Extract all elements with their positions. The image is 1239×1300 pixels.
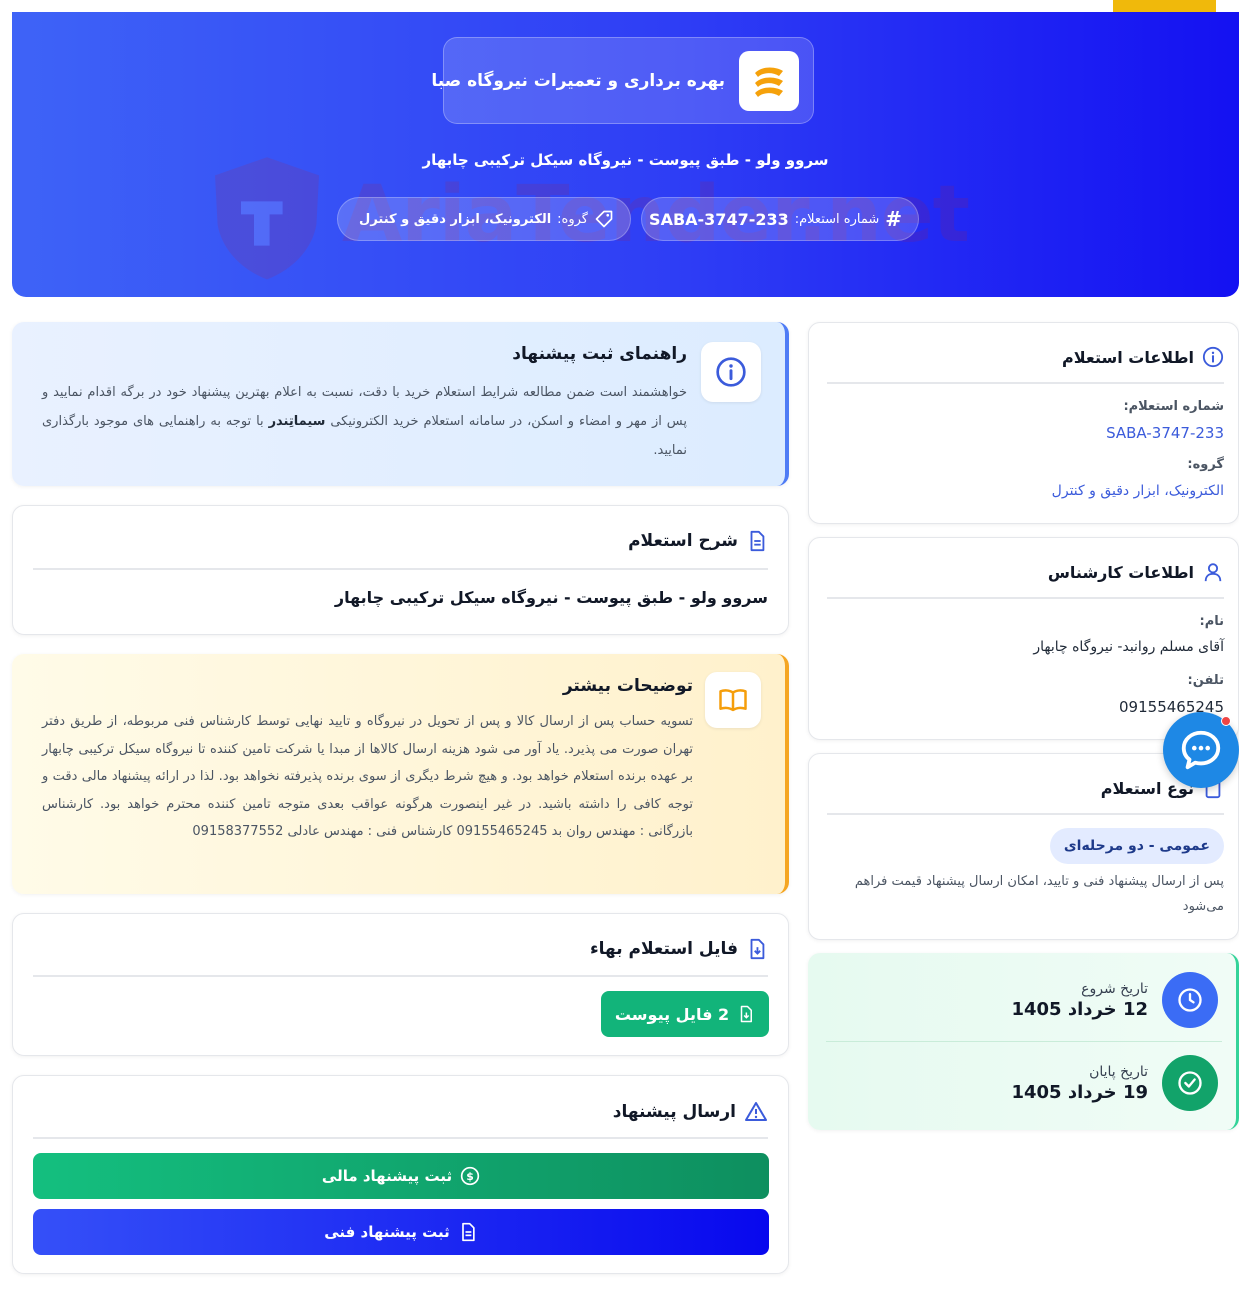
- send-divider: [33, 1137, 768, 1139]
- inquiry-number-pill: # شماره استعلام: SABA-3747-233: [641, 197, 919, 241]
- guide-title: راهنمای ثبت پیشنهاد: [512, 344, 687, 364]
- file-download-icon: [750, 938, 765, 960]
- hero-title: سروو ولو - طبق پیوست - نیروگاه سیکل ترکی…: [422, 151, 829, 169]
- clock-icon: [1178, 988, 1202, 1012]
- more-details-card: توضیحات بیشتر تسویه حساب پس از ارسال کال…: [12, 654, 789, 894]
- start-date-value: 12 خرداد 1405: [1011, 998, 1148, 1020]
- group-label: گروه:: [557, 211, 588, 227]
- description-card: شرح استعلام سروو ولو - طبق پیوست - نیروگ…: [12, 505, 789, 635]
- group-value: الکترونیک، ابزار دقیق و کنترل: [359, 211, 552, 227]
- dollar-circle-icon: $: [460, 1166, 480, 1186]
- description-header: شرح استعلام: [628, 530, 768, 552]
- attachments-button-label: 2 فایل پیوست: [614, 1004, 730, 1024]
- file-title: فایل استعلام بهاء: [589, 939, 738, 959]
- info-number-label: شماره استعلام:: [1123, 399, 1224, 414]
- chat-notification-dot: [1221, 716, 1231, 726]
- send-offer-card: ارسال پیشنهاد $ ثبت پیشنهاد مالی ثبت پیش…: [12, 1075, 789, 1274]
- guide-card: راهنمای ثبت پیشنهاد خواهشمند است ضمن مطا…: [12, 322, 789, 486]
- inquiry-type-card: نوع استعلام عمومی - دو مرحله‌ای پس از ار…: [808, 753, 1239, 940]
- more-title: توضیحات بیشتر: [562, 676, 693, 696]
- svg-text:$: $: [466, 1170, 474, 1183]
- file-card: فایل استعلام بهاء 2 فایل پیوست: [12, 913, 789, 1056]
- end-date-label: تاریخ پایان: [1089, 1063, 1148, 1080]
- expert-phone-label: تلفن:: [1187, 673, 1224, 688]
- expert-title: اطلاعات کارشناس: [1047, 562, 1194, 582]
- watermark-shield-icon: [215, 157, 319, 280]
- brand-logo: [739, 50, 799, 111]
- financial-offer-label: ثبت پیشنهاد مالی: [321, 1167, 453, 1185]
- technical-offer-button[interactable]: ثبت پیشنهاد فنی: [33, 1209, 769, 1255]
- info-icon: [1202, 346, 1224, 368]
- document-icon: [461, 1222, 475, 1242]
- guide-text: خواهشمند است ضمن مطالعه شرایط استعلام خر…: [42, 378, 687, 465]
- start-date-icon-circle: [1162, 972, 1218, 1028]
- info-header: اطلاعات استعلام: [1062, 346, 1224, 368]
- info-number-value[interactable]: SABA-3747-233: [1106, 424, 1224, 442]
- info-icon: [716, 357, 746, 387]
- inquiry-info-card: اطلاعات استعلام شماره استعلام: SABA-3747…: [808, 322, 1239, 524]
- info-title: اطلاعات استعلام: [1062, 347, 1194, 367]
- type-text: پس از ارسال پیشنهاد فنی و تایید، امکان ا…: [854, 874, 1224, 914]
- info-group-label: گروه:: [1187, 457, 1224, 472]
- brand-name: بهره برداری و تعمیرات نیروگاه صبا: [431, 70, 725, 91]
- guide-text-bold: سیماتِندر: [268, 414, 326, 429]
- file-header: فایل استعلام بهاء: [590, 938, 768, 960]
- attachments-button[interactable]: 2 فایل پیوست: [601, 991, 769, 1037]
- expert-name-label: نام:: [1199, 614, 1225, 629]
- chat-bubble-icon: [1181, 730, 1221, 770]
- hero-banner: AriaTender.net بهره برداری و تعمیرات نیر…: [12, 12, 1239, 297]
- expert-header: اطلاعات کارشناس: [1048, 561, 1224, 583]
- document-icon: [750, 530, 765, 552]
- description-title: شرح استعلام: [628, 531, 738, 551]
- file-download-icon: [740, 1005, 753, 1023]
- group-pill: گروه: الکترونیک، ابزار دقیق و کنترل: [337, 197, 631, 241]
- tag-icon: [595, 210, 613, 228]
- expert-name-value: آقای مسلم روانبد- نیروگاه چابهار: [1033, 639, 1224, 655]
- info-divider: [827, 382, 1224, 384]
- end-date-row: تاریخ پایان 19 خرداد 1405: [1011, 1055, 1218, 1111]
- start-date-label: تاریخ شروع: [1081, 980, 1148, 997]
- saba-logo-icon: [755, 67, 783, 97]
- info-group-value[interactable]: الکترونیک، ابزار دقیق و کنترل: [1052, 483, 1224, 499]
- guide-icon-box: [701, 342, 761, 402]
- warning-icon: [745, 1102, 767, 1121]
- file-divider: [33, 975, 768, 977]
- expert-info-card: اطلاعات کارشناس نام: آقای مسلم روانبد- ن…: [808, 537, 1239, 740]
- book-open-icon: [719, 689, 747, 712]
- hash-icon: #: [885, 207, 902, 231]
- technical-offer-label: ثبت پیشنهاد فنی: [324, 1223, 450, 1241]
- check-circle-icon: [1178, 1071, 1202, 1095]
- expert-divider: [827, 597, 1224, 599]
- brand-box: بهره برداری و تعمیرات نیروگاه صبا: [431, 37, 814, 124]
- financial-offer-button[interactable]: $ ثبت پیشنهاد مالی: [33, 1153, 769, 1199]
- send-title: ارسال پیشنهاد: [612, 1102, 736, 1122]
- more-icon-box: [705, 672, 761, 728]
- inquiry-number-value: SABA-3747-233: [649, 209, 789, 229]
- user-icon: [1204, 563, 1222, 582]
- type-divider: [827, 813, 1224, 815]
- description-text: سروو ولو - طبق پیوست - نیروگاه سیکل ترکی…: [334, 588, 768, 607]
- top-accent-bar: [1113, 0, 1216, 12]
- start-date-row: تاریخ شروع 12 خرداد 1405: [1011, 972, 1218, 1028]
- type-badge: عمومی - دو مرحله‌ای: [1049, 828, 1224, 864]
- dates-card: تاریخ شروع 12 خرداد 1405 تاریخ پایان 19 …: [808, 953, 1239, 1130]
- end-date-value: 19 خرداد 1405: [1011, 1081, 1148, 1103]
- description-divider: [33, 568, 768, 570]
- more-text: تسویه حساب پس از ارسال کالا و پس از تحوی…: [42, 714, 693, 839]
- inquiry-number-label: شماره استعلام:: [794, 211, 880, 227]
- send-header: ارسال پیشنهاد: [613, 1100, 768, 1124]
- dates-divider: [826, 1041, 1222, 1042]
- end-date-icon-circle: [1162, 1055, 1218, 1111]
